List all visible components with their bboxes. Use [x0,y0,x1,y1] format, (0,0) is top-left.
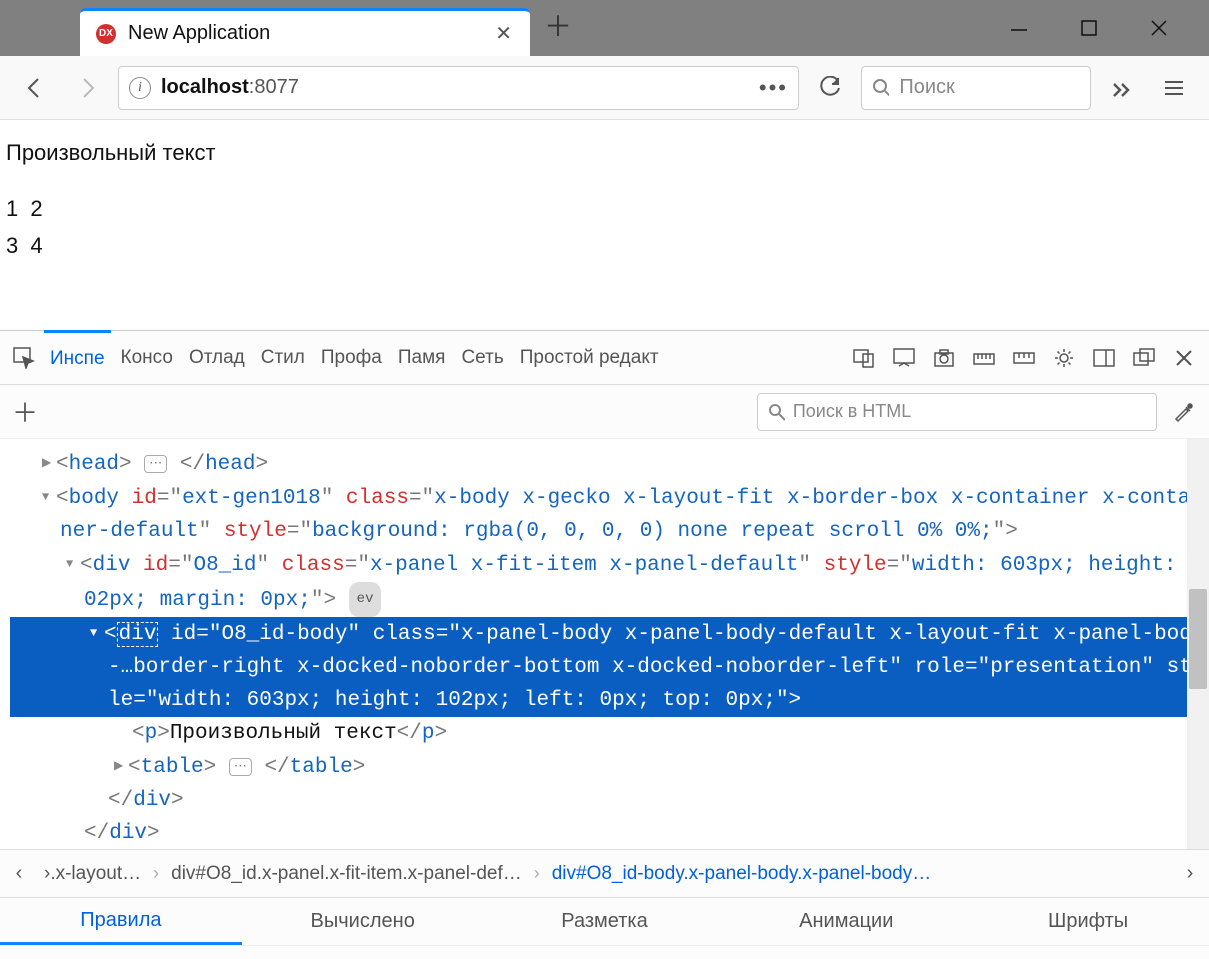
cell: 1 [6,190,18,227]
breadcrumb-item[interactable]: ›.x-layout… [36,863,149,885]
disclosure-triangle-icon[interactable]: ▼ [90,617,104,650]
devtools-tab-debugger[interactable]: Отлад [183,331,251,385]
add-node-button[interactable]: ＋ [12,393,38,430]
html-search-input[interactable] [793,401,1146,422]
styles-subtab-bar: Правила Вычислено Разметка Анимации Шриф… [0,897,1209,945]
element-picker-icon[interactable] [8,342,40,374]
styles-filter-bar[interactable] [0,945,1209,959]
cell: 4 [30,227,42,264]
devtools-inspector-toolbar: ＋ [0,385,1209,439]
disclosure-triangle-icon[interactable]: ▶ [42,447,56,480]
breadcrumb-item[interactable]: div#O8_id.x-panel.x-fit-item.x-panel-def… [163,863,530,885]
subtab-animations[interactable]: Анимации [725,898,967,945]
page-paragraph: Произвольный текст [6,140,1203,166]
event-badge[interactable]: ev [349,582,382,617]
devtools-tab-style[interactable]: Стил [255,331,311,385]
page-viewport: Произвольный текст 1 2 3 4 [0,120,1209,330]
page-table-row-2: 3 4 [6,227,1203,264]
tab-close-icon[interactable]: ✕ [491,17,516,50]
new-tab-button[interactable]: ＋ [530,5,586,51]
dom-node-p[interactable]: <p>Произвольный текст</p> [10,717,1209,750]
scrollbar-thumb[interactable] [1189,589,1207,689]
dock-side-icon[interactable] [1091,345,1117,371]
settings-gear-icon[interactable] [1051,345,1077,371]
subtab-rules[interactable]: Правила [0,898,242,945]
window-controls [999,8,1209,48]
subtab-fonts[interactable]: Шрифты [967,898,1209,945]
browser-search-input[interactable] [899,76,1080,99]
window-close-button[interactable] [1139,8,1179,48]
cell: 3 [6,227,18,264]
devtools-close-icon[interactable] [1171,345,1197,371]
dom-tree[interactable]: ▶<head> ⋯ </head> ▼<body id="ext-gen1018… [0,439,1209,849]
devtools-tab-profiler[interactable]: Профа [315,331,388,385]
devtools-tab-inspector[interactable]: Инспе [44,330,111,384]
url-bar[interactable]: i localhost:8077 ••• [118,66,799,110]
app-menu-button[interactable] [1153,67,1195,109]
scrollbar-track[interactable] [1187,439,1209,849]
screenshot-icon[interactable] [931,345,957,371]
devtools-tab-memory[interactable]: Памя [392,331,452,385]
devtools-toolbar-icons [851,345,1201,371]
search-icon [872,78,889,98]
nav-reload-button[interactable] [809,67,851,109]
devtools-panel: Инспе Консо Отлад Стил Профа Памя Сеть П… [0,330,1209,959]
disclosure-triangle-icon[interactable]: ▼ [42,481,56,514]
site-info-icon[interactable]: i [129,77,151,99]
page-table-row-1: 1 2 [6,190,1203,227]
eyedropper-icon[interactable] [1169,398,1197,426]
dom-node-div2-selected[interactable]: ▼<div id="O8_id-body" class="x-panel-bod… [10,617,1209,717]
dom-node-head[interactable]: ▶<head> ⋯ </head> [10,447,1209,481]
dom-breadcrumb-bar: ‹ ›.x-layout… › div#O8_id.x-panel.x-fit-… [0,849,1209,897]
devtools-tabs-row: Инспе Консо Отлад Стил Профа Памя Сеть П… [0,331,1209,385]
devtools-tab-scratchpad[interactable]: Простой редакт [514,331,665,385]
measure-icon[interactable] [1011,345,1037,371]
cell: 2 [30,190,42,227]
dom-node-table[interactable]: ▶<table> ⋯ </table> [10,750,1209,784]
window-minimize-button[interactable] [999,8,1039,48]
disclosure-triangle-icon[interactable]: ▶ [114,750,128,783]
breadcrumb-scroll-right[interactable]: › [1177,862,1203,885]
browser-tab-active[interactable]: DX New Application ✕ [80,8,530,56]
browser-search-box[interactable] [861,66,1091,110]
tab-title: New Application [128,22,491,45]
browser-tab-strip: DX New Application ✕ ＋ [0,0,999,56]
nav-forward-button[interactable] [66,67,108,109]
subtab-computed[interactable]: Вычислено [242,898,484,945]
browser-navbar: i localhost:8077 ••• [0,56,1209,120]
subtab-layout[interactable]: Разметка [484,898,726,945]
disclosure-triangle-icon[interactable]: ▼ [66,548,80,581]
dom-node-div2-close[interactable]: </div> [10,784,1209,817]
search-icon [768,403,785,421]
devtools-tab-console[interactable]: Консо [115,331,179,385]
window-maximize-button[interactable] [1069,8,1109,48]
rulers-icon[interactable] [971,345,997,371]
undock-window-icon[interactable] [1131,345,1157,371]
responsive-mode-icon[interactable] [851,345,877,371]
html-search-box[interactable] [757,393,1157,431]
breadcrumb-item-active[interactable]: div#O8_id-body.x-panel-body.x-panel-body… [544,863,940,885]
nav-back-button[interactable] [14,67,56,109]
overflow-chevrons-icon[interactable] [1101,67,1143,109]
browser-titlebar: DX New Application ✕ ＋ [0,0,1209,56]
chevron-right-icon: › [534,863,540,884]
url-text: localhost:8077 [161,76,749,99]
chevron-right-icon: › [153,863,159,884]
page-actions-icon[interactable]: ••• [759,75,788,101]
iframe-select-icon[interactable] [891,345,917,371]
ellipsis-badge[interactable]: ⋯ [229,758,252,776]
dom-node-div1[interactable]: ▼<div id="O8_id" class="x-panel x-fit-it… [10,548,1209,617]
dom-node-div1-close[interactable]: </div> [10,817,1209,849]
devtools-tab-network[interactable]: Сеть [455,331,509,385]
dom-node-body[interactable]: ▼<body id="ext-gen1018" class="x-body x-… [10,481,1209,548]
breadcrumb-scroll-left[interactable]: ‹ [6,862,32,885]
ellipsis-badge[interactable]: ⋯ [144,455,167,473]
tab-favicon-icon: DX [96,24,116,44]
